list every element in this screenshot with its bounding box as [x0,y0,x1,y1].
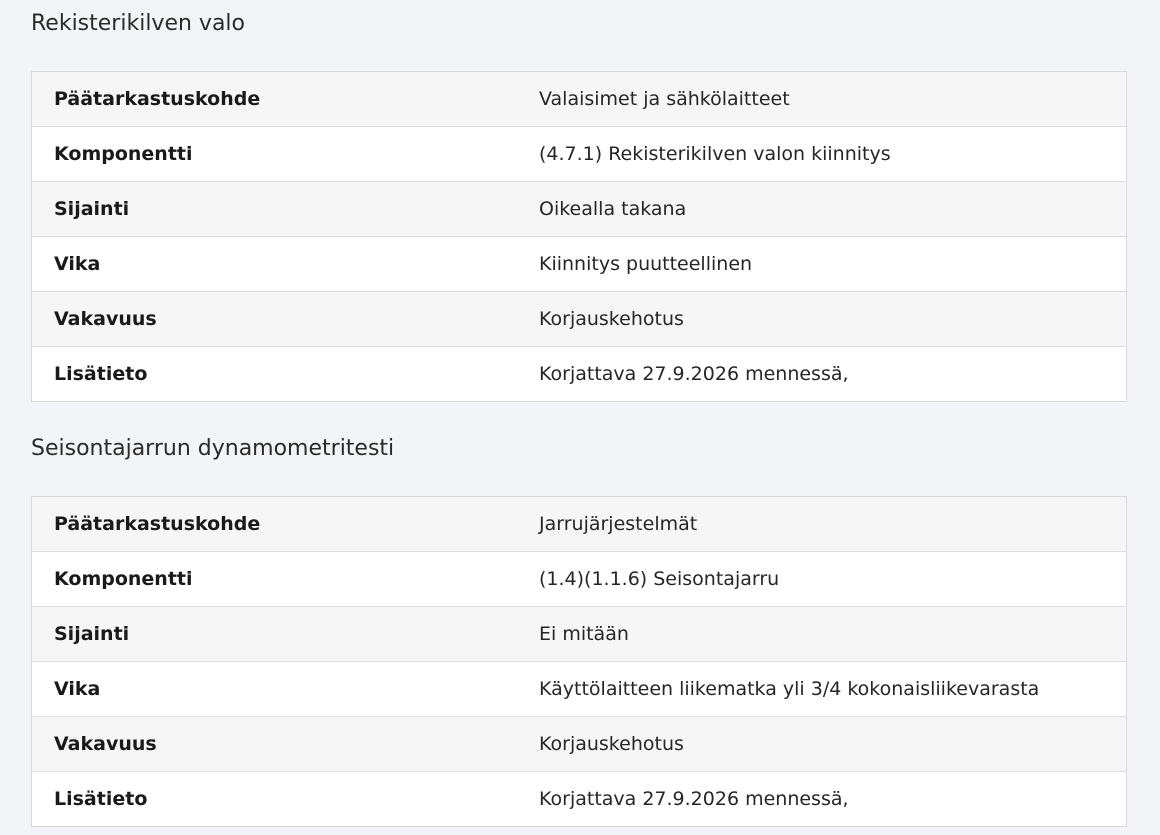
row-label: Päätarkastuskohde [54,88,261,110]
row-value: Jarrujärjestelmät [539,513,698,535]
table-row: Lisätieto Korjattava 27.9.2026 mennessä, [32,771,1126,826]
row-value: Ei mitään [539,623,629,645]
row-value: Korjauskehotus [539,308,684,330]
row-value: (4.7.1) Rekisterikilven valon kiinnitys [539,143,891,165]
table-row: Sijainti Ei mitään [32,606,1126,661]
row-label: Lisätieto [54,363,148,385]
row-label: Sijainti [54,623,130,645]
table-row: Vika Käyttölaitteen liikematka yli 3/4 k… [32,661,1126,716]
row-value: Valaisimet ja sähkölaitteet [539,88,790,110]
row-value: Korjattava 27.9.2026 mennessä, [539,363,849,385]
row-label: Vakavuus [54,733,157,755]
row-value: Korjauskehotus [539,733,684,755]
row-value: (1.4)(1.1.6) Seisontajarru [539,568,780,590]
row-label: Vika [54,678,101,700]
row-label: Lisätieto [54,788,148,810]
row-value: Korjattava 27.9.2026 mennessä, [539,788,849,810]
row-label: Päätarkastuskohde [54,513,261,535]
table-row: Vika Kiinnitys puutteellinen [32,236,1126,291]
table-row: Päätarkastuskohde Valaisimet ja sähkölai… [32,72,1126,126]
defect-details-table: Päätarkastuskohde Jarrujärjestelmät Komp… [31,496,1127,827]
section-title: Rekisterikilven valo [31,11,245,36]
table-row: Komponentti (4.7.1) Rekisterikilven valo… [32,126,1126,181]
row-value: Käyttölaitteen liikematka yli 3/4 kokona… [539,678,1040,700]
table-row: Vakavuus Korjauskehotus [32,291,1126,346]
row-label: Komponentti [54,568,193,590]
table-row: Sijainti Oikealla takana [32,181,1126,236]
defect-section-parking-brake-test: Seisontajarrun dynamometritesti Päätarka… [31,425,1127,827]
row-label: Vika [54,253,101,275]
table-row: Komponentti (1.4)(1.1.6) Seisontajarru [32,551,1126,606]
inspection-results-page: Rekisterikilven valo Päätarkastuskohde V… [0,0,1160,835]
table-row: Päätarkastuskohde Jarrujärjestelmät [32,497,1126,551]
row-label: Sijainti [54,198,130,220]
section-title: Seisontajarrun dynamometritesti [31,436,395,461]
row-label: Komponentti [54,143,193,165]
defect-details-table: Päätarkastuskohde Valaisimet ja sähkölai… [31,71,1127,402]
table-row: Lisätieto Korjattava 27.9.2026 mennessä, [32,346,1126,401]
row-value: Oikealla takana [539,198,687,220]
row-value: Kiinnitys puutteellinen [539,253,753,275]
row-label: Vakavuus [54,308,157,330]
table-row: Vakavuus Korjauskehotus [32,716,1126,771]
defect-section-license-plate-light: Rekisterikilven valo Päätarkastuskohde V… [31,0,1127,402]
